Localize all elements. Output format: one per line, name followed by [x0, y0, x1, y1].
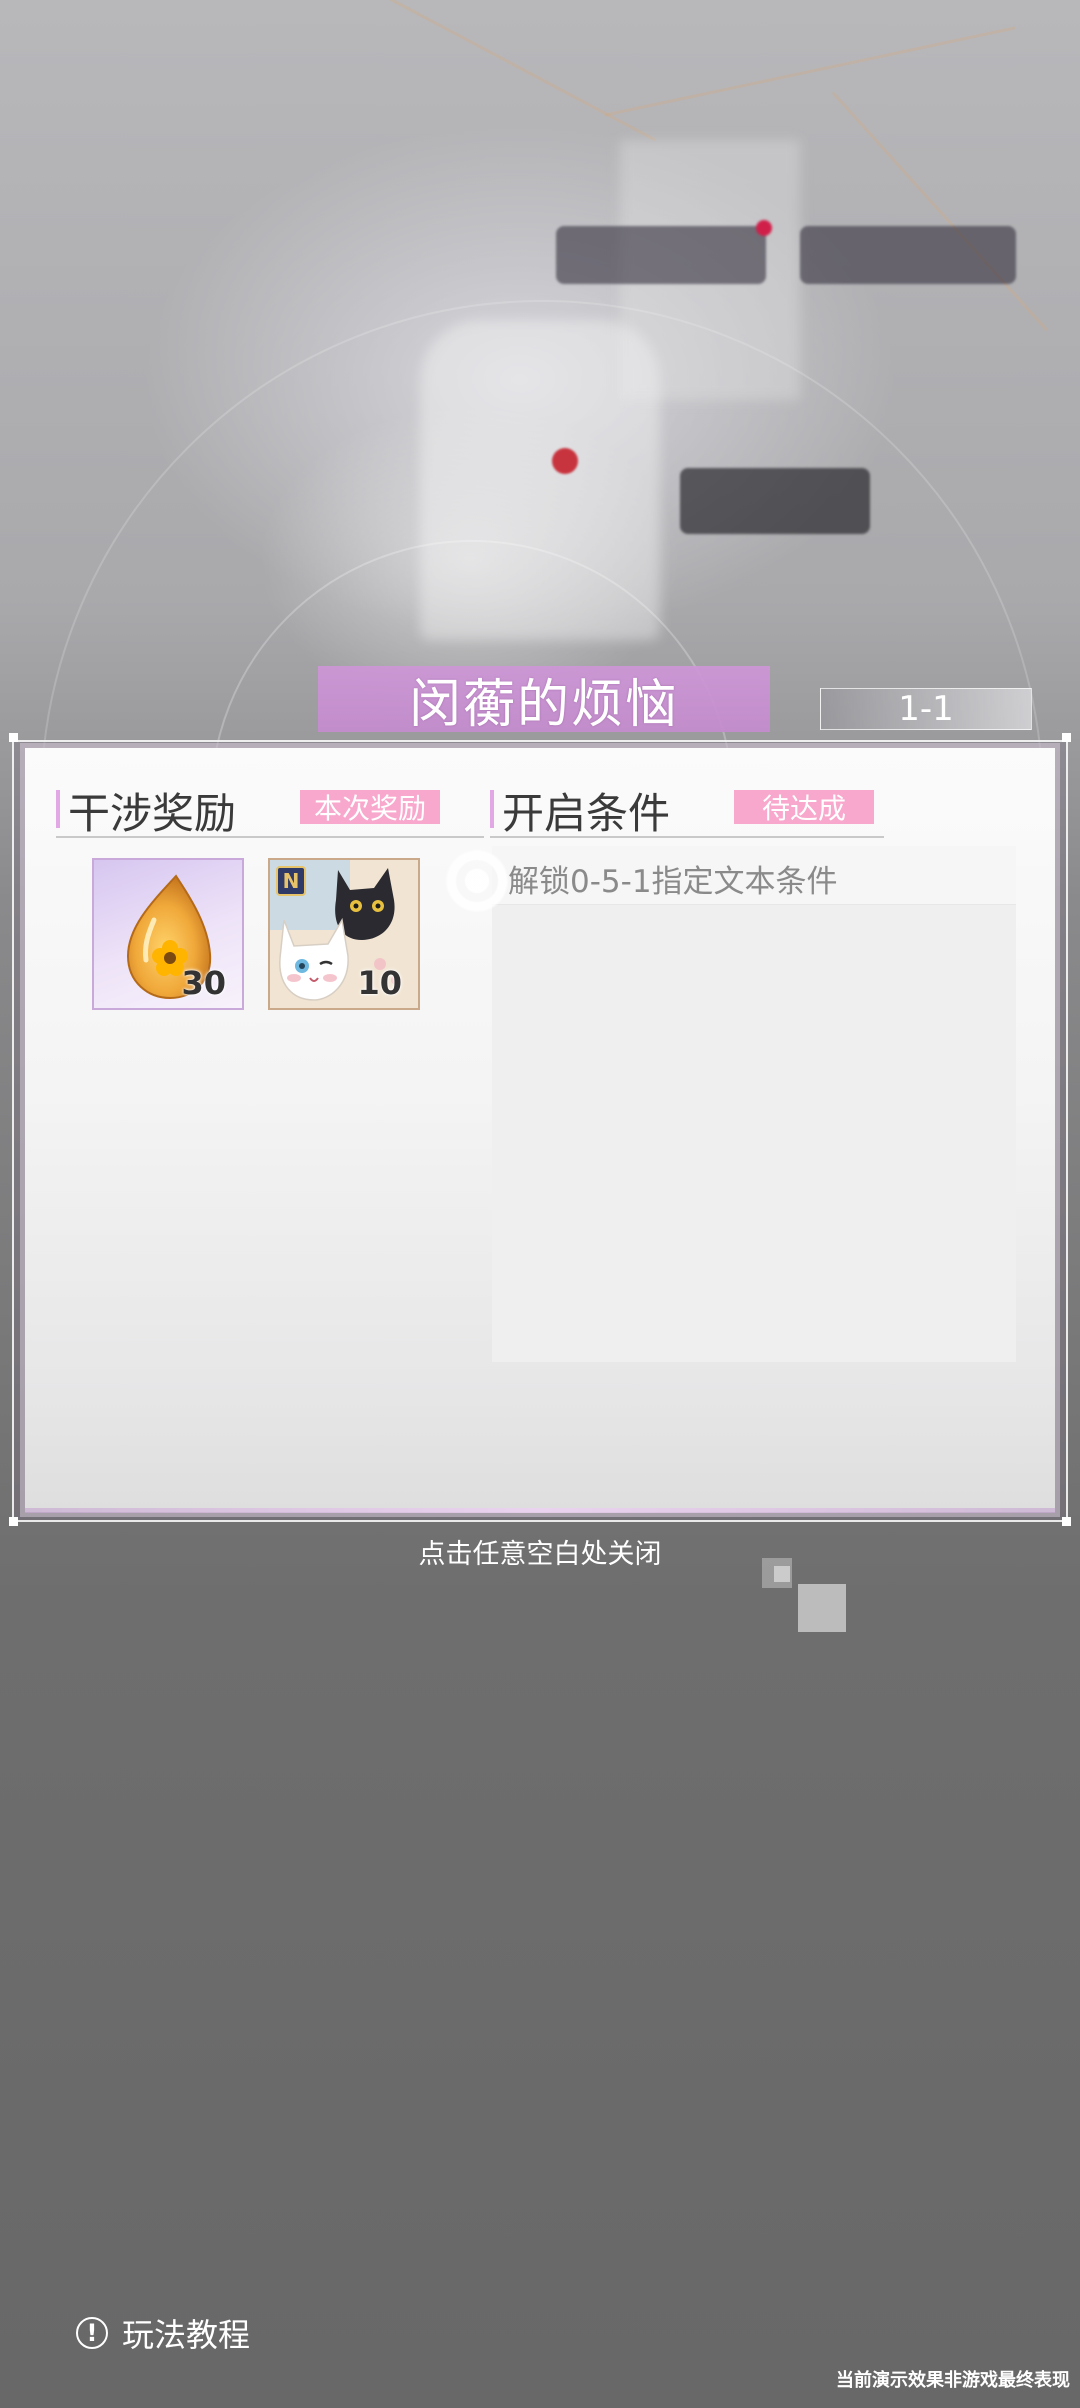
frame-corner: [9, 1517, 18, 1526]
condition-text: 解锁0-5-1指定文本条件: [508, 864, 838, 900]
decor-square: [798, 1584, 846, 1632]
background-status-pill: [800, 226, 1016, 284]
notification-dot-icon: [756, 220, 772, 236]
background-vine: [831, 91, 1049, 332]
disclaimer-text: 当前演示效果非游戏最终表现: [836, 2370, 1070, 2391]
background-notice-pill: [556, 220, 772, 284]
reward-quantity: 10: [357, 964, 402, 1002]
background-vine: [604, 26, 1016, 117]
dialog-title: 闵蘅的烦恼: [408, 674, 679, 735]
conditions-section-header: 开启条件 待达成: [490, 784, 884, 838]
reward-quantity: 30: [181, 964, 226, 1002]
condition-item: 解锁0-5-1指定文本条件: [492, 846, 1016, 905]
background-vine: [283, 0, 657, 142]
close-hint: 点击任意空白处关闭: [418, 1539, 662, 1570]
screen[interactable]: 闵蘅的烦恼 1-1 干涉奖励 本次奖励 30 N 10 开启条件 待达成 解锁0…: [0, 0, 1080, 2408]
rewards-section-header: 干涉奖励 本次奖励: [56, 784, 484, 838]
glow-ring-decoration: [432, 836, 522, 926]
rewards-tag: 本次奖励: [300, 790, 440, 825]
background-red-dot: [552, 448, 578, 474]
reward-item-amber[interactable]: 30: [92, 858, 244, 1010]
exclamation-circle-icon: !: [76, 2317, 108, 2349]
decor-square: [774, 1566, 790, 1582]
frame-corner: [1062, 733, 1071, 742]
stage-number: 1-1: [898, 689, 954, 729]
stage-number-badge: 1-1: [820, 688, 1032, 730]
frame-corner: [9, 733, 18, 742]
section-accent-bar: [490, 790, 494, 828]
section-accent-bar: [56, 790, 60, 828]
tutorial-button[interactable]: ! 玩法教程: [76, 2310, 250, 2356]
dialog-title-banner: 闵蘅的烦恼: [318, 666, 770, 735]
frame-corner: [1062, 1517, 1071, 1526]
panel-bottom-accent: [25, 1508, 1055, 1513]
conditions-tag: 待达成: [734, 790, 874, 825]
reward-item-cat-card[interactable]: N 10: [268, 858, 420, 1010]
background-stage-pill: [680, 468, 870, 534]
rarity-badge-label: N: [282, 869, 300, 893]
rarity-badge-icon: N: [276, 866, 306, 896]
conditions-label: 开启条件: [502, 789, 671, 838]
conditions-list: 解锁0-5-1指定文本条件: [492, 846, 1016, 1362]
tutorial-label: 玩法教程: [122, 2316, 251, 2354]
rewards-label: 干涉奖励: [68, 789, 237, 838]
